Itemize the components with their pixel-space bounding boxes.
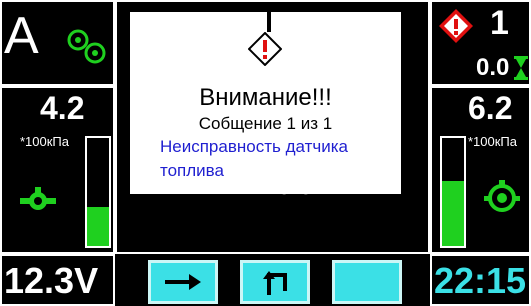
blank-button[interactable]: [332, 260, 402, 304]
left-gauge-unit: *100кПа: [20, 134, 70, 149]
clock-panel: 22:15: [430, 254, 531, 306]
right-gauge-value: 6.2: [468, 90, 513, 126]
return-icon: [263, 271, 287, 295]
timer-value: 0.0: [476, 54, 510, 81]
turbo-icon: [484, 180, 520, 212]
left-gauge-bar: [85, 136, 111, 248]
engine-pump-icon: [20, 187, 56, 210]
right-gauge-fill: [442, 181, 464, 246]
dialog-pointer: [267, 12, 271, 32]
warning-diamond-icon: [248, 32, 282, 66]
left-gauge-fill: [87, 207, 109, 246]
mode-panel: A: [0, 0, 115, 86]
hourglass-icon: [514, 56, 528, 80]
warning-dialog: Внимание!!! Собщение 1 из 1 Неисправност…: [130, 12, 401, 194]
right-gauge-bar: [440, 136, 466, 248]
left-gauge-value: 4.2: [40, 90, 85, 126]
dialog-message: Неисправность датчика топлива: [160, 137, 348, 180]
gears-icon: [67, 29, 106, 64]
battery-panel: 12.3V: [0, 254, 115, 306]
alert-count: 1: [490, 4, 509, 42]
right-gauge-unit: *100кПа: [468, 134, 518, 149]
return-button[interactable]: [240, 260, 310, 304]
dialog-title: Внимание!!!: [199, 84, 332, 111]
mode-letter: A: [4, 7, 39, 65]
next-button[interactable]: [148, 260, 218, 304]
dialog-subtitle: Собщение 1 из 1: [198, 114, 333, 133]
clock-value: 22:15: [434, 260, 527, 301]
alerts-panel: 1 0.0: [430, 0, 531, 86]
right-gauge-panel: 6.2 *100кПа: [430, 86, 531, 254]
warning-diamond-icon: [439, 9, 473, 43]
arrow-right-icon: [165, 274, 201, 290]
left-gauge-panel: 4.2 *100кПа: [0, 86, 115, 254]
battery-voltage: 12.3V: [4, 260, 99, 301]
